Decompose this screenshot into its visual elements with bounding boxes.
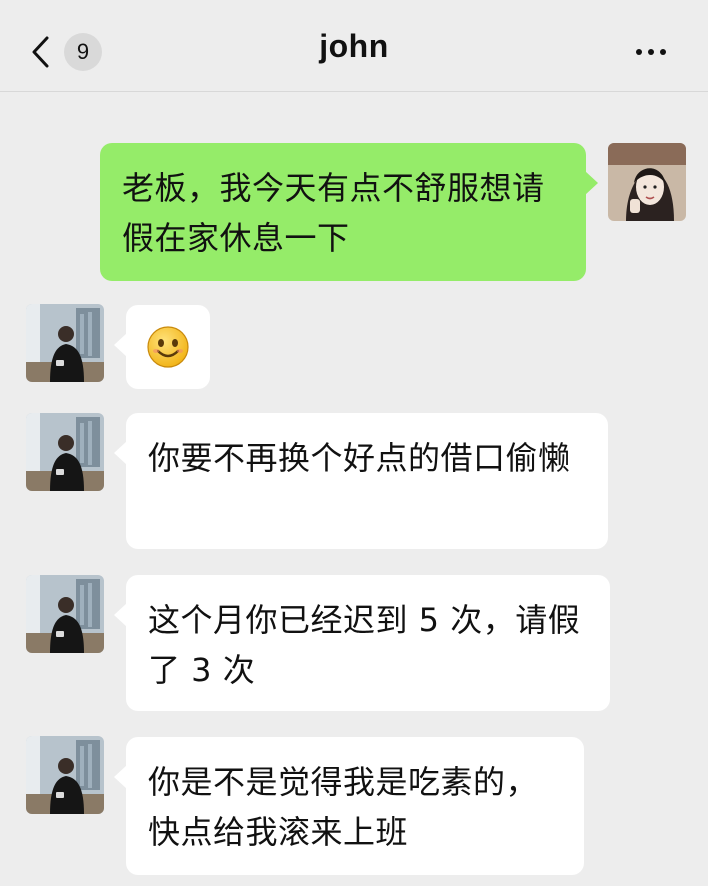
smiley-face-icon (146, 325, 190, 369)
message-bubble-other[interactable] (114, 305, 210, 389)
more-dots-icon (660, 49, 666, 55)
message-bubble-other[interactable]: 你是不是觉得我是吃素的，快点给我滚来上班 (114, 737, 584, 875)
chat-header: 9 john (0, 0, 708, 92)
message-list[interactable]: 老板，我今天有点不舒服想请假在家休息一下 你要不再换个好点的借口偷懒 这个月你已… (0, 92, 708, 886)
avatar-other[interactable] (26, 413, 104, 491)
message-text: 老板，我今天有点不舒服想请假在家休息一下 (122, 169, 545, 257)
message-text: 这个月你已经迟到 5 次，请假了 3 次 (148, 601, 581, 689)
more-dots-icon (648, 49, 654, 55)
avatar-other[interactable] (26, 736, 104, 814)
message-bubble-self[interactable]: 老板，我今天有点不舒服想请假在家休息一下 (100, 143, 598, 281)
chevron-left-icon (26, 30, 54, 74)
message-text: 你是不是觉得我是吃素的，快点给我滚来上班 (148, 763, 539, 851)
message-bubble-other[interactable]: 你要不再换个好点的借口偷懒 (114, 413, 608, 549)
more-dots-icon (636, 49, 642, 55)
message-bubble-other[interactable]: 这个月你已经迟到 5 次，请假了 3 次 (114, 575, 610, 711)
message-text: 你要不再换个好点的借口偷懒 (148, 439, 571, 477)
more-options-button[interactable] (628, 40, 674, 64)
avatar-other[interactable] (26, 575, 104, 653)
avatar-other[interactable] (26, 304, 104, 382)
unread-count-badge: 9 (64, 33, 102, 71)
back-button[interactable]: 9 (26, 30, 116, 74)
avatar-self[interactable] (608, 143, 686, 221)
